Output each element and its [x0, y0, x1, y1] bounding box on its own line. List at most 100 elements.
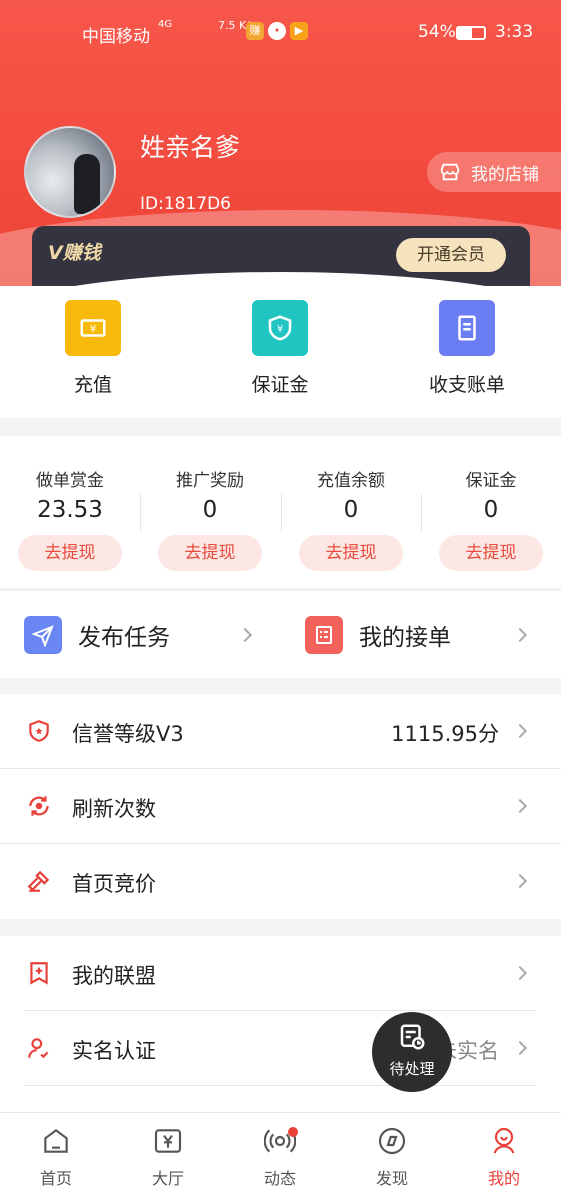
balance-recharge: 充值余额 0 去提现 — [281, 466, 421, 571]
balance-value: 0 — [202, 497, 218, 523]
balance-task-reward: 做单赏金 23.53 去提现 — [0, 466, 140, 571]
vip-label: V赚钱 — [48, 242, 101, 264]
settings-list-1: 信誉等级V3 1115.95分 刷新次数 首页竞价 — [0, 694, 561, 919]
order-list-icon — [305, 616, 343, 654]
profile-header: 中国移动 4G 7.5 K/s 赚 • ▶ 54% 3:33 姓亲名爹 ID:1… — [0, 0, 561, 300]
publish-task-label: 发布任务 — [78, 625, 170, 651]
carrier-name: 中国移动 — [82, 27, 150, 47]
tab-hall[interactable]: 大厅 — [112, 1125, 224, 1189]
bill-icon — [439, 300, 495, 356]
status-bar: 中国移动 4G 7.5 K/s 赚 • ▶ 54% 3:33 — [0, 18, 561, 48]
chevron-right-icon — [512, 723, 528, 739]
battery-percentage: 54% — [418, 22, 456, 42]
open-membership-button[interactable]: 开通会员 — [396, 238, 506, 272]
tab-label: 发现 — [375, 1169, 408, 1188]
recharge-icon: ¥ — [65, 300, 121, 356]
user-check-icon — [28, 1038, 49, 1059]
refresh-icon — [29, 796, 49, 816]
tab-label: 首页 — [39, 1169, 72, 1188]
pending-button[interactable]: 待处理 — [372, 1012, 452, 1092]
network-type: 4G — [158, 19, 173, 30]
list-padding — [0, 1086, 561, 1112]
divider — [140, 494, 141, 532]
chevron-right-icon — [512, 965, 528, 981]
battery-icon — [456, 26, 486, 40]
clock: 3:33 — [495, 22, 534, 42]
chevron-right-icon — [237, 627, 253, 643]
balance-title: 充值余额 — [317, 471, 385, 491]
recharge-label: 充值 — [73, 374, 112, 396]
divider — [421, 494, 422, 532]
list-item-alliance[interactable]: 我的联盟 — [0, 936, 561, 1011]
tab-home[interactable]: 首页 — [0, 1125, 112, 1189]
pending-task-icon — [400, 1024, 425, 1050]
list-item-refresh[interactable]: 刷新次数 — [0, 769, 561, 844]
tab-label: 我的 — [487, 1169, 520, 1188]
list-item-value: 1115.95分 — [391, 722, 499, 746]
tab-label: 动态 — [263, 1169, 296, 1188]
withdraw-button[interactable]: 去提现 — [299, 535, 403, 571]
list-item-label: 刷新次数 — [72, 797, 156, 821]
chat-bubble-icon: • — [268, 22, 286, 40]
withdraw-button[interactable]: 去提现 — [18, 535, 122, 571]
balance-promo-reward: 推广奖励 0 去提现 — [140, 466, 280, 571]
my-orders-entry[interactable]: 我的接单 — [305, 615, 451, 655]
withdraw-button[interactable]: 去提现 — [439, 535, 543, 571]
tab-discover[interactable]: 发现 — [336, 1125, 448, 1189]
credit-badge-icon — [29, 720, 49, 742]
user-id: ID:1817D6 — [140, 194, 232, 214]
notification-dot — [288, 1127, 298, 1137]
shop-icon — [440, 163, 460, 181]
balance-deposit: 保证金 0 去提现 — [421, 466, 561, 571]
paper-plane-icon — [24, 616, 62, 654]
balance-value: 23.53 — [37, 497, 103, 523]
bill-label: 收支账单 — [428, 374, 505, 396]
my-orders-label: 我的接单 — [359, 625, 451, 651]
app-badge-icon: 赚 — [246, 22, 264, 40]
list-item-label: 信誉等级V3 — [72, 722, 184, 746]
tab-mine[interactable]: 我的 — [448, 1125, 560, 1189]
balance-title: 保证金 — [465, 471, 517, 491]
compass-icon — [378, 1127, 406, 1155]
shop-label: 我的店铺 — [471, 164, 539, 185]
list-item-verification[interactable]: 实名认证 未实名 — [0, 1011, 561, 1086]
home-icon — [44, 1129, 68, 1153]
avatar[interactable] — [24, 126, 116, 218]
video-play-icon: ▶ — [290, 22, 308, 40]
svg-text:¥: ¥ — [90, 324, 96, 335]
chevron-right-icon — [512, 873, 528, 889]
list-item-credit[interactable]: 信誉等级V3 1115.95分 — [0, 694, 561, 769]
divider — [281, 494, 282, 532]
list-item-label: 实名认证 — [72, 1039, 156, 1063]
notification-icons: 赚 • ▶ — [246, 22, 308, 40]
list-item-bidding[interactable]: 首页竞价 — [0, 844, 561, 919]
auction-hammer-icon — [27, 870, 50, 892]
profile-icon — [493, 1127, 515, 1154]
bottom-tab-bar: 首页 大厅 动态 发现 我的 — [0, 1112, 561, 1200]
withdraw-button[interactable]: 去提现 — [158, 535, 262, 571]
tab-label: 大厅 — [151, 1169, 184, 1188]
divider — [24, 1085, 535, 1086]
pending-label: 待处理 — [389, 1060, 435, 1078]
list-item-label: 我的联盟 — [72, 964, 156, 988]
chevron-right-icon — [512, 1040, 528, 1056]
tab-feed[interactable]: 动态 — [224, 1125, 336, 1189]
settings-list-2: 我的联盟 实名认证 未实名 — [0, 936, 561, 1112]
bill-action[interactable]: 收支账单 — [397, 300, 537, 397]
avatar-silhouette — [74, 154, 100, 214]
balance-value: 0 — [343, 497, 359, 523]
balance-title: 推广奖励 — [176, 471, 244, 491]
balance-title: 做单赏金 — [36, 471, 104, 491]
shield-yen-icon: ¥ — [252, 300, 308, 356]
chevron-right-icon — [512, 627, 528, 643]
publish-task-entry[interactable]: 发布任务 — [24, 615, 170, 655]
deposit-label: 保证金 — [251, 374, 309, 396]
balance-value: 0 — [483, 497, 499, 523]
task-entries: 发布任务 我的接单 — [0, 590, 561, 678]
username: 姓亲名爹 — [140, 133, 241, 162]
hall-icon — [154, 1129, 182, 1153]
recharge-action[interactable]: ¥ 充值 — [23, 300, 163, 397]
chevron-right-icon — [512, 798, 528, 814]
deposit-action[interactable]: ¥ 保证金 — [210, 300, 350, 397]
my-shop-button[interactable]: 我的店铺 — [427, 152, 561, 192]
